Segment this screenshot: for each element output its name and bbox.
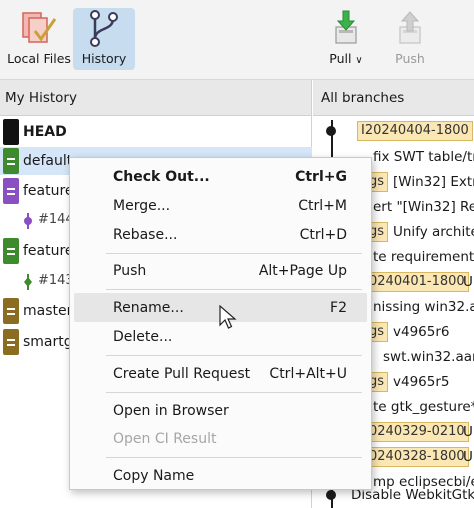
menu-item-rebase[interactable]: Rebase... Ctrl+D [74, 220, 367, 249]
push-button[interactable]: Push [386, 8, 434, 70]
menu-separator [106, 253, 362, 254]
branch-equal-icon [3, 329, 19, 355]
branch-equal-icon [3, 178, 19, 204]
commit-message: v4965r5 [393, 374, 450, 390]
menu-item-open-ci-result: Open CI Result [74, 424, 367, 453]
commit-message: U [463, 274, 473, 290]
branch-equal-icon [3, 238, 19, 264]
menu-item-label: Check Out... [113, 168, 210, 185]
menu-item-push[interactable]: Push Alt+Page Up [74, 256, 367, 285]
menu-item-label: Open CI Result [113, 430, 217, 447]
branch-name: smartg [23, 334, 73, 350]
all-branches-header: All branches [313, 80, 474, 116]
menu-item-label: Merge... [113, 197, 171, 214]
menu-item-label: Open in Browser [113, 402, 229, 419]
pull-request-icon [24, 274, 32, 290]
menu-separator [106, 355, 362, 356]
commit-tag: I20240404-1800 [357, 121, 473, 141]
commit-message: te requirement [373, 249, 474, 265]
branch-name: HEAD [23, 124, 67, 140]
branch-tag-icon [3, 119, 19, 145]
commit-message: [Win32] Extra [393, 174, 474, 190]
history-button[interactable]: History [73, 8, 135, 70]
toolbar: Local Files History Pull ∨ Push [0, 0, 474, 80]
menu-item-create-pull-request[interactable]: Create Pull Request Ctrl+Alt+U [74, 359, 367, 388]
commit-message: Unify archite [393, 224, 474, 240]
branch-name: default [23, 153, 73, 169]
local-files-button[interactable]: Local Files [6, 8, 72, 70]
menu-item-shortcut: Ctrl+Alt+U [269, 365, 347, 382]
menu-item-copy-name[interactable]: Copy Name [74, 461, 367, 490]
menu-item-check-out[interactable]: Check Out... Ctrl+G [74, 162, 367, 191]
menu-item-label: Copy Name [113, 467, 195, 484]
commit-message: fix SWT table/tr [373, 149, 474, 165]
mouse-pointer-icon [219, 305, 237, 329]
menu-item-label: Rename... [113, 299, 184, 316]
menu-item-label: Create Pull Request [113, 365, 251, 382]
commit-message: U [463, 449, 473, 465]
branch-equal-icon [3, 148, 19, 174]
my-history-header: My History [0, 80, 311, 116]
commit-message: te gtk_gesture* [373, 399, 474, 415]
branch-name: feature [23, 183, 74, 199]
branch-graph-icon [90, 10, 118, 47]
commit-node-icon [326, 126, 336, 136]
pull-dropdown-icon[interactable]: ∨ [355, 55, 362, 66]
commit-message: v4965r6 [393, 324, 450, 340]
history-label: History [81, 51, 127, 66]
commit-tag: 0240329-0210 [365, 422, 469, 442]
local-files-icon [22, 12, 57, 43]
commit-tag: 0240401-1800 [365, 272, 469, 292]
commit-tag: 0240328-1800 [365, 447, 469, 467]
local-files-label: Local Files [7, 51, 71, 66]
menu-item-shortcut: Ctrl+M [298, 197, 347, 214]
menu-item-shortcut: Ctrl+G [295, 168, 347, 185]
menu-item-label: Delete... [113, 328, 173, 345]
branch-name: feature [23, 243, 74, 259]
menu-item-shortcut: F2 [330, 299, 347, 316]
branch-equal-icon [3, 298, 19, 324]
menu-item-shortcut: Alt+Page Up [258, 262, 347, 279]
menu-item-shortcut: Ctrl+D [299, 226, 347, 243]
menu-item-label: Push [113, 262, 147, 279]
commit-message: nissing win32.a [373, 299, 474, 315]
pull-button[interactable]: Pull ∨ [322, 8, 370, 70]
commit-message: U [463, 424, 473, 440]
pull-icon [335, 10, 357, 44]
menu-separator [106, 289, 362, 290]
menu-item-open-in-browser[interactable]: Open in Browser [74, 396, 367, 425]
pull-request-icon [24, 213, 32, 229]
branch-row-head[interactable]: HEAD [0, 118, 312, 146]
commit-message: swt.win32.aarc [383, 349, 474, 365]
pull-label: Pull [329, 51, 352, 66]
menu-separator [106, 457, 362, 458]
commit-node-icon [326, 490, 336, 500]
commit-row[interactable]: I20240404-1800 [313, 119, 474, 143]
push-icon [399, 11, 421, 44]
menu-separator [106, 392, 362, 393]
push-label: Push [395, 51, 425, 66]
commit-message: ert "[Win32] Re [373, 199, 474, 215]
menu-item-label: Rebase... [113, 226, 178, 243]
branch-name: master [23, 303, 73, 319]
menu-item-merge[interactable]: Merge... Ctrl+M [74, 191, 367, 220]
